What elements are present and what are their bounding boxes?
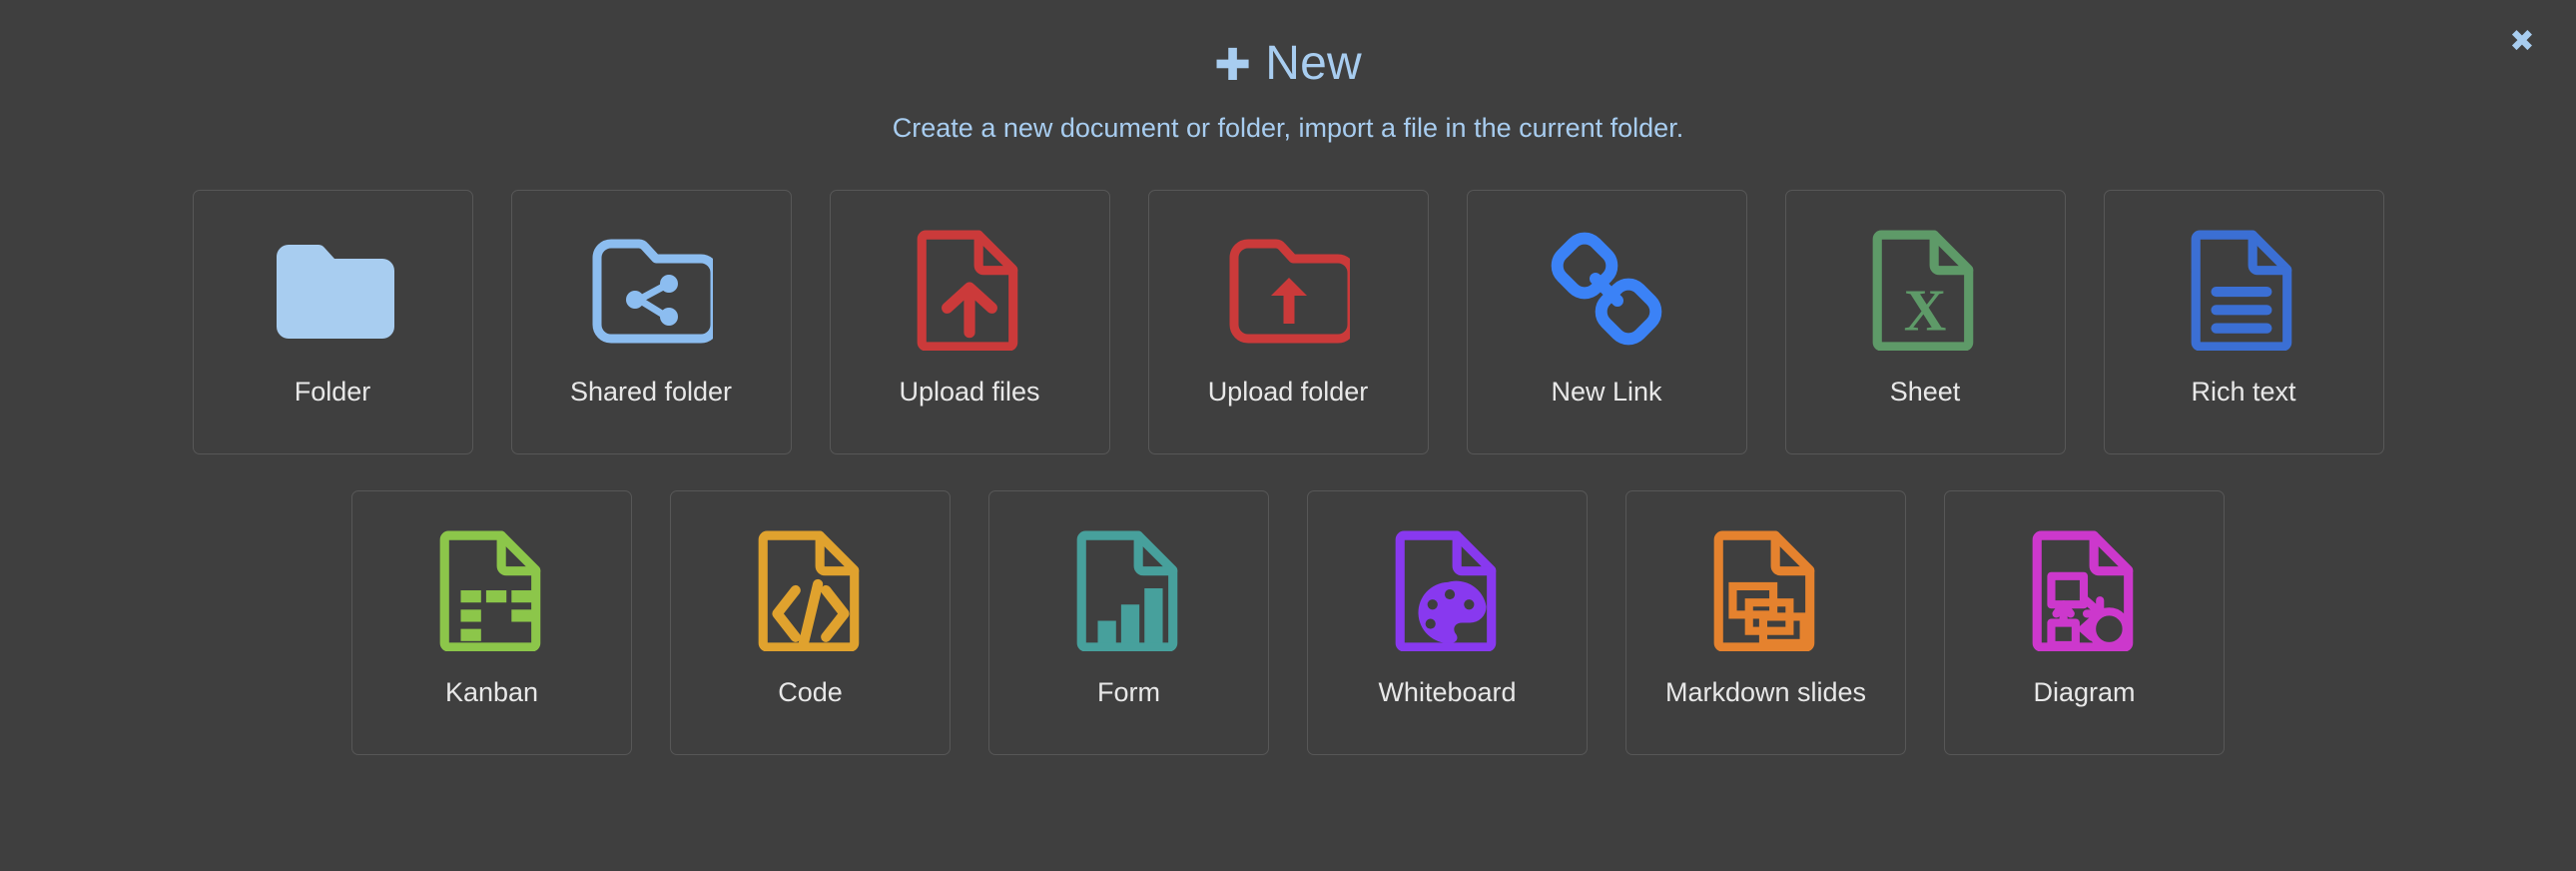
shared-folder-icon (589, 227, 713, 351)
tile-label: Kanban (444, 677, 539, 708)
diagram-icon (2029, 527, 2141, 652)
tile-label: Shared folder (569, 377, 733, 408)
tile-label: Rich text (2191, 377, 2296, 408)
tile-label: Upload folder (1207, 377, 1369, 408)
tile-markdown-slides[interactable]: Markdown slides (1625, 490, 1906, 756)
tile-diagram[interactable]: Diagram (1944, 490, 2225, 756)
tile-label: Form (1097, 677, 1160, 708)
tile-sheet[interactable]: X Sheet (1784, 190, 2066, 455)
plus-icon: ✚ (1214, 39, 1252, 91)
tile-folder[interactable]: Folder (192, 190, 473, 455)
close-icon[interactable]: ✖ (2502, 22, 2542, 62)
tile-kanban[interactable]: Kanban (351, 490, 632, 756)
folder-icon (271, 227, 394, 351)
tile-upload-files[interactable]: Upload files (829, 190, 1110, 455)
upload-folder-icon (1226, 227, 1350, 351)
new-document-dialog: ✖ ✚ New Create a new document or folder,… (0, 0, 2576, 871)
tile-shared-folder[interactable]: Shared folder (510, 190, 792, 455)
tile-whiteboard[interactable]: Whiteboard (1307, 490, 1588, 756)
form-icon (1073, 527, 1185, 652)
tile-label: Code (778, 677, 843, 708)
tile-label: Diagram (2033, 677, 2136, 708)
tile-upload-folder[interactable]: Upload folder (1147, 190, 1429, 455)
tile-label: Sheet (1889, 377, 1961, 408)
tile-rich-text[interactable]: Rich text (2103, 190, 2384, 455)
link-icon (1549, 227, 1664, 351)
tile-row-secondary: Kanban Code Form Whiteboard Markdown sli… (0, 490, 2576, 756)
dialog-subtitle: Create a new document or folder, import … (892, 113, 1684, 144)
svg-text:X: X (1904, 278, 1947, 344)
tile-label: Markdown slides (1664, 677, 1867, 708)
code-icon (755, 527, 867, 652)
tile-label: Folder (294, 377, 371, 408)
whiteboard-icon (1392, 527, 1504, 652)
dialog-header: ✚ New Create a new document or folder, i… (0, 0, 2576, 144)
rich-text-icon (2188, 227, 2299, 352)
slides-icon (1710, 527, 1822, 652)
tile-label: New Link (1551, 377, 1662, 408)
tile-code[interactable]: Code (670, 490, 951, 756)
tile-label: Whiteboard (1378, 677, 1517, 708)
tile-label: Upload files (899, 377, 1040, 408)
tile-row-primary: Folder Shared folder Upload files Upload… (0, 190, 2576, 455)
page-title-text: New (1265, 37, 1362, 90)
tile-new-link[interactable]: New Link (1466, 190, 1747, 455)
page-title: ✚ New (0, 36, 2576, 91)
tile-form[interactable]: Form (988, 490, 1269, 756)
upload-file-icon (914, 227, 1025, 352)
sheet-icon: X (1869, 227, 1981, 352)
kanban-icon (436, 527, 548, 652)
